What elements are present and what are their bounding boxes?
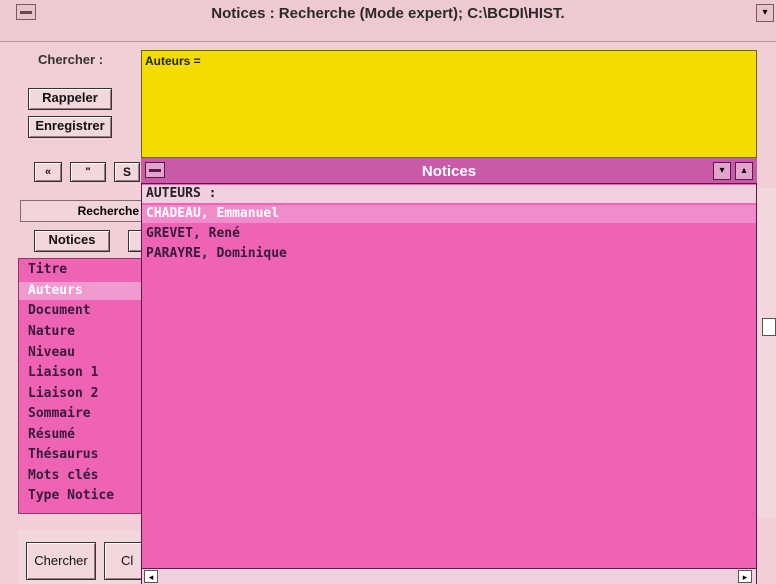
- notices-header-label: AUTEURS :: [146, 186, 217, 201]
- field-item-liaison-1[interactable]: Liaison 1: [28, 365, 98, 380]
- chercher-label: Chercher :: [38, 52, 104, 67]
- field-item-document[interactable]: Document: [28, 303, 91, 318]
- rappeler-button[interactable]: Rappeler: [28, 88, 112, 110]
- chevron-down-icon[interactable]: ▾: [756, 4, 774, 22]
- scroll-left-icon[interactable]: ◂: [144, 570, 158, 583]
- notices-header-row: [142, 185, 756, 203]
- right-edge-panel: [757, 188, 776, 518]
- notices-row-parayre[interactable]: PARAYRE, Dominique: [146, 246, 287, 261]
- query-input[interactable]: [141, 50, 757, 158]
- field-item-titre[interactable]: Titre: [28, 262, 67, 277]
- field-item-niveau[interactable]: Niveau: [28, 345, 75, 360]
- recherche-tab[interactable]: Recherche: [20, 200, 144, 222]
- insert-s-button[interactable]: S: [114, 162, 140, 182]
- field-item-liaison-2[interactable]: Liaison 2: [28, 386, 98, 401]
- scroll-right-icon[interactable]: ▸: [738, 570, 752, 583]
- minimize-arrow-icon[interactable]: ▾: [713, 162, 731, 180]
- field-item-thesaurus[interactable]: Thésaurus: [28, 447, 98, 462]
- insert-guillemet-left-button[interactable]: «: [34, 162, 62, 182]
- field-item-resume[interactable]: Résumé: [28, 427, 75, 442]
- field-item-nature[interactable]: Nature: [28, 324, 75, 339]
- notices-horizontal-scrollbar[interactable]: [142, 568, 756, 584]
- enregistrer-button[interactable]: Enregistrer: [28, 116, 112, 138]
- notices-row-grevet[interactable]: GREVET, René: [146, 226, 240, 241]
- notices-button[interactable]: Notices: [34, 230, 110, 252]
- maximize-arrow-icon[interactable]: ▴: [735, 162, 753, 180]
- clear-button[interactable]: Cl: [104, 542, 144, 580]
- notices-title: Notices: [421, 163, 477, 180]
- field-item-sommaire[interactable]: Sommaire: [28, 406, 91, 421]
- window-title: Notices : Recherche (Mode expert); C:\BC…: [211, 5, 565, 22]
- field-item-auteurs[interactable]: Auteurs: [28, 283, 83, 298]
- field-item-mots-cles[interactable]: Mots clés: [28, 468, 98, 483]
- notices-row-chadeau[interactable]: CHADEAU, Emmanuel: [146, 206, 279, 221]
- right-edge-scroll-box[interactable]: [762, 318, 776, 336]
- field-item-type-notice[interactable]: Type Notice: [28, 488, 114, 503]
- query-text: Auteurs =: [145, 54, 201, 68]
- chercher-button[interactable]: Chercher: [26, 542, 96, 580]
- insert-quote-button[interactable]: ": [70, 162, 106, 182]
